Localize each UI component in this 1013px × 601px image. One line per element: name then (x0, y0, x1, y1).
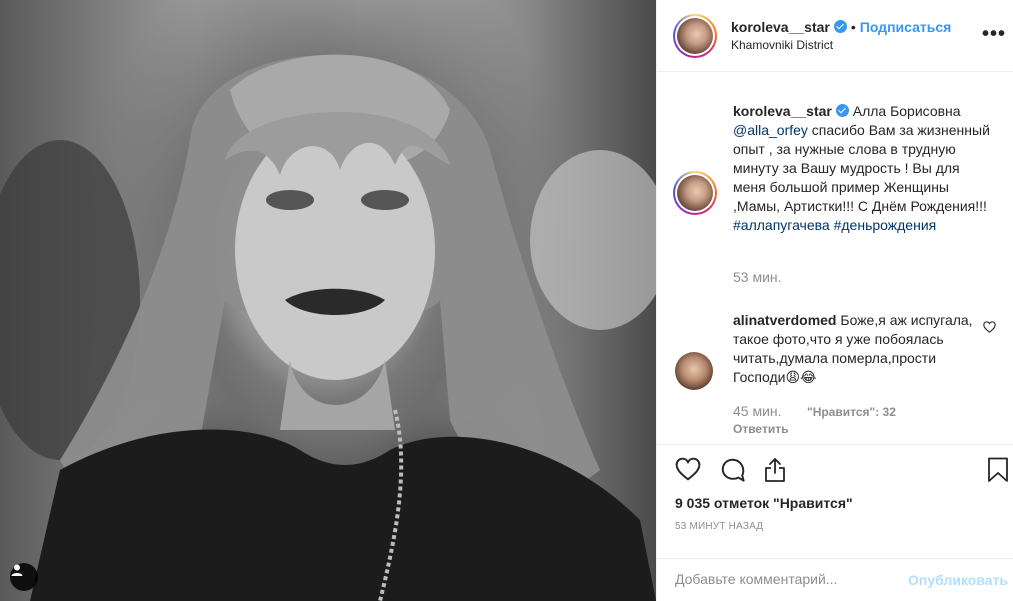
more-icon[interactable]: ••• (982, 24, 1006, 44)
comment-text: alinatverdomed Боже,я аж испугала, такое… (733, 311, 978, 387)
user-tag-icon (11, 564, 23, 576)
likes-count[interactable]: 9 035 отметок "Нравится" (675, 495, 853, 511)
reply-button[interactable]: Ответить (733, 422, 788, 436)
post-header: koroleva__star • Подписаться Khamovniki Di… (657, 0, 1013, 72)
portrait-image (0, 54, 656, 601)
share-icon[interactable] (763, 457, 787, 483)
author-avatar[interactable] (673, 14, 717, 58)
caption-username[interactable]: koroleva__star (733, 103, 832, 119)
post-actions: 9 035 отметок "Нравится" 53 МИНУТ НАЗАД … (657, 444, 1013, 600)
comment-likes[interactable]: "Нравится": 32 (807, 405, 896, 419)
caption-time[interactable]: 53 мин. (733, 269, 782, 285)
hashtag-link[interactable]: #аллапугачева (733, 217, 830, 233)
comment-avatar[interactable] (675, 352, 713, 390)
add-comment-bar: Опубликовать (657, 558, 1013, 601)
caption-body-1: Алла Борисовна (852, 103, 961, 119)
caption-avatar[interactable] (673, 171, 717, 215)
user-tag-button[interactable] (10, 563, 38, 591)
post-photo[interactable] (0, 0, 656, 601)
comment-icon[interactable] (720, 457, 746, 483)
post-sidebar: koroleva__star • Подписаться Khamovniki Di… (656, 0, 1013, 601)
caption-mention[interactable]: @alla_orfey (733, 122, 808, 138)
post-timestamp[interactable]: 53 МИНУТ НАЗАД (675, 521, 763, 532)
verified-icon (833, 20, 847, 33)
author-username[interactable]: koroleva__star (731, 19, 830, 35)
comment-time[interactable]: 45 мин. (733, 403, 782, 419)
hashtag-link[interactable]: #деньрождения (834, 217, 937, 233)
comment-heart-icon[interactable] (983, 321, 996, 333)
heart-icon[interactable] (675, 457, 701, 481)
comment-username[interactable]: alinatverdomed (733, 312, 836, 328)
verified-icon (835, 104, 849, 117)
location-link[interactable]: Khamovniki District (731, 38, 833, 52)
follow-button[interactable]: Подписаться (860, 19, 952, 35)
bookmark-icon[interactable] (987, 457, 1009, 483)
publish-button[interactable]: Опубликовать (908, 572, 1008, 588)
author-line: koroleva__star • Подписаться (731, 19, 951, 35)
comment-input[interactable] (675, 571, 895, 587)
comments-list: koroleva__star Алла Борисовна @alla_orfe… (657, 73, 1013, 444)
separator-dot: • (850, 19, 856, 35)
caption-text: koroleva__star Алла Борисовна @alla_orfe… (733, 102, 995, 235)
